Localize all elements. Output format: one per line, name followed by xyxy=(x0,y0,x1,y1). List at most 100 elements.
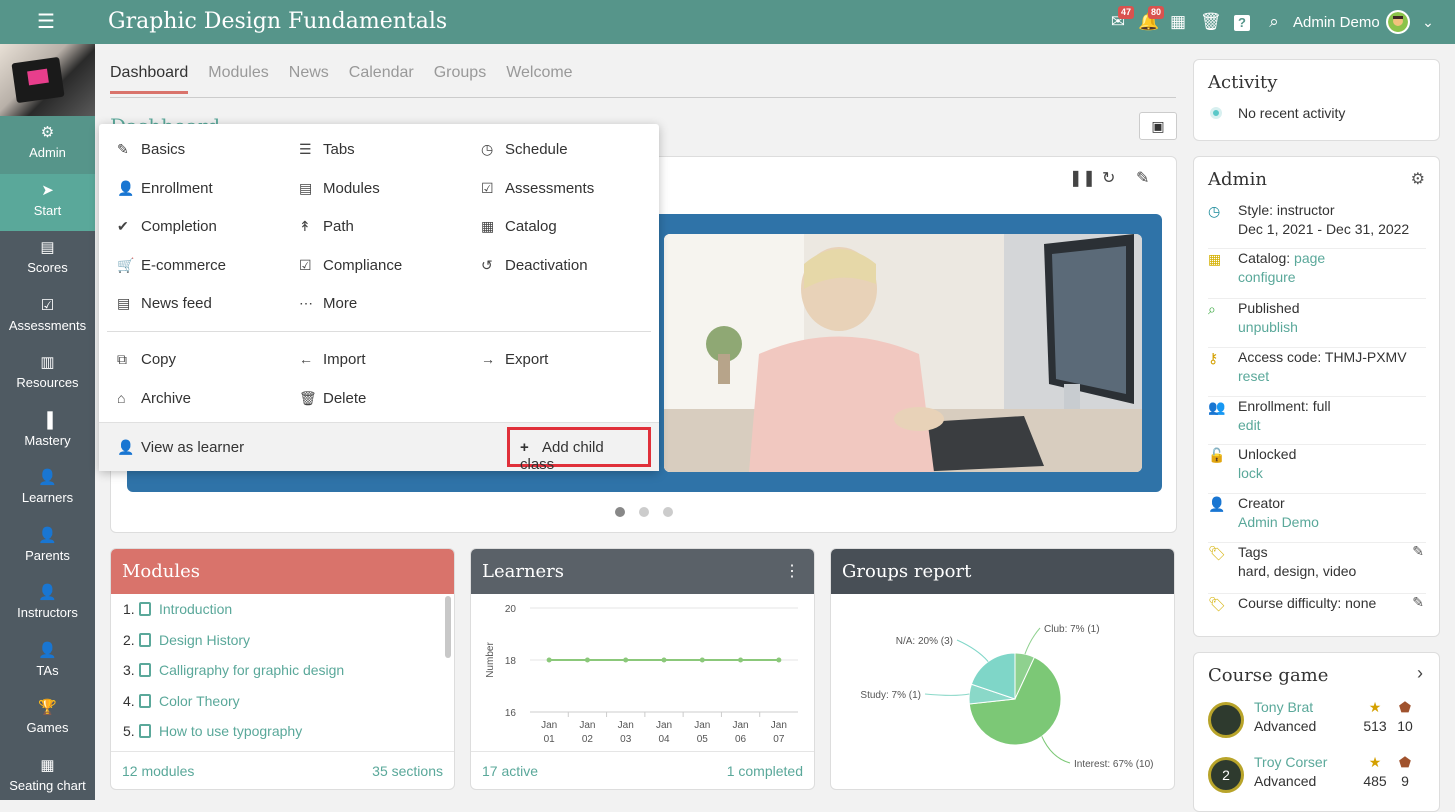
menu-item-completion[interactable]: ✔ Completion xyxy=(117,218,217,235)
admin-row-sub[interactable]: lock xyxy=(1238,465,1263,481)
sidebar-item-start[interactable]: ➤ Start xyxy=(0,173,95,231)
menu-item-tabs[interactable]: ☰ Tabs xyxy=(299,141,355,158)
menu-item-label: Assessments xyxy=(505,179,595,197)
tab-calendar[interactable]: Calendar xyxy=(349,64,414,91)
module-number: 4. xyxy=(123,692,135,709)
menu-item-schedule[interactable]: ◷ Schedule xyxy=(481,141,568,158)
menu-item-deactivation[interactable]: ↺ Deactivation xyxy=(481,257,588,274)
sidebar-item-resources[interactable]: ▥ Resources xyxy=(0,346,95,404)
modules-scrollbar[interactable] xyxy=(445,596,451,658)
search-icon[interactable]: ⌕ xyxy=(1264,12,1284,32)
sidebar-item-admin[interactable]: ⚙ Admin xyxy=(0,116,95,174)
admin-row-link[interactable]: page xyxy=(1294,250,1325,266)
menu-action-copy[interactable]: ⧉ Copy xyxy=(117,351,176,368)
sidebar-item-learners[interactable]: 👤 Learners xyxy=(0,461,95,519)
carousel-dot-2[interactable] xyxy=(639,507,649,517)
module-link[interactable]: Design History xyxy=(159,632,250,648)
menu-item-enrollment[interactable]: 👤 Enrollment xyxy=(117,180,213,197)
modules-panel-title[interactable]: Modules xyxy=(111,549,454,594)
tab-modules[interactable]: Modules xyxy=(208,64,268,91)
sidebar-item-instructors[interactable]: 👤 Instructors xyxy=(0,576,95,634)
player-name[interactable]: Tony Brat xyxy=(1254,699,1313,715)
groups-panel: Groups report Club: 7% (1) Interest: 67% … xyxy=(830,548,1175,790)
module-link[interactable]: Calligraphy for graphic design xyxy=(159,662,344,678)
more-vertical-icon[interactable]: ⋮ xyxy=(784,561,800,580)
module-link[interactable]: Color Theory xyxy=(159,693,240,709)
notifications-icon[interactable]: 🔔 80 xyxy=(1138,6,1165,32)
module-number: 1. xyxy=(123,601,135,617)
edit-pencil-icon[interactable]: ✎ xyxy=(1412,594,1424,611)
module-list-item[interactable]: 5. How to use typography xyxy=(111,716,454,747)
menu-item-assessments[interactable]: ☑ Assessments xyxy=(481,180,594,197)
sidebar-item-parents[interactable]: 👤 Parents xyxy=(0,519,95,577)
add-child-class-button[interactable]: + Add child class xyxy=(507,427,651,473)
tab-groups[interactable]: Groups xyxy=(434,64,486,91)
module-number: 2. xyxy=(123,631,135,648)
modules-count[interactable]: 12 modules xyxy=(122,763,194,779)
carousel-dot-1[interactable] xyxy=(615,507,625,517)
menu-action-delete[interactable]: 🗑 Delete xyxy=(299,390,366,407)
admin-row-sub[interactable]: unpublish xyxy=(1238,319,1298,335)
chevron-down-icon[interactable]: ⌄ xyxy=(1418,12,1438,32)
tab-welcome[interactable]: Welcome xyxy=(506,64,572,91)
active-count[interactable]: 17 active xyxy=(482,763,538,779)
messages-icon[interactable]: ✉ 47 xyxy=(1108,6,1135,32)
menu-item-catalog[interactable]: ▦ Catalog xyxy=(481,218,557,235)
calendar-icon[interactable]: ▦ xyxy=(1168,12,1188,32)
edit-pencil-icon[interactable]: ✎ xyxy=(1136,168,1149,188)
module-list-item[interactable]: 4. Color Theory xyxy=(111,686,454,717)
user-avatar[interactable] xyxy=(1386,10,1410,34)
module-list-item[interactable]: 3. Calligraphy for graphic design xyxy=(111,655,454,686)
learners-panel-title[interactable]: Learners ⋮ xyxy=(471,549,814,594)
trash-icon[interactable]: 🗑 xyxy=(1200,12,1222,32)
sections-count[interactable]: 35 sections xyxy=(372,763,443,779)
admin-row-sub[interactable]: Admin Demo xyxy=(1238,514,1319,530)
menu-action-import[interactable]: ← Import xyxy=(299,351,366,368)
module-link[interactable]: How to use typography xyxy=(159,723,302,739)
module-list-item[interactable]: 1. Introduction xyxy=(111,594,454,625)
sidebar-item-scores[interactable]: ▤ Scores xyxy=(0,231,95,289)
menu-item-path[interactable]: ↟ Path xyxy=(299,218,354,235)
player-name[interactable]: Troy Corser xyxy=(1254,754,1327,770)
leaderboard-row[interactable]: 2 Troy Corser Advanced ★ ⬟ 485 9 xyxy=(1208,754,1426,802)
carousel-dot-3[interactable] xyxy=(663,507,673,517)
module-list-item[interactable]: 2. Design History xyxy=(111,625,454,656)
layout-toggle-button[interactable]: ▣ xyxy=(1139,112,1177,140)
help-icon[interactable]: ? xyxy=(1232,12,1252,32)
admin-row-sub[interactable]: edit xyxy=(1238,417,1261,433)
menu-item-modules[interactable]: ▤ Modules xyxy=(299,180,380,197)
star-icon: ★ xyxy=(1368,699,1382,715)
refresh-icon[interactable]: ↻ xyxy=(1102,168,1115,188)
menu-item-more[interactable]: ⋯ More xyxy=(299,295,357,312)
sidebar-item-mastery[interactable]: ▐ Mastery xyxy=(0,404,95,462)
admin-row-7: 🏷 Tags hard, design, video ✎ xyxy=(1208,543,1426,594)
pause-icon[interactable]: ❚❚ xyxy=(1069,168,1096,188)
groups-panel-title[interactable]: Groups report xyxy=(831,549,1174,594)
sidebar-item-assessments[interactable]: ☑ Assessments xyxy=(0,289,95,347)
module-link[interactable]: Introduction xyxy=(159,601,232,617)
tab-dashboard[interactable]: Dashboard xyxy=(110,64,189,94)
hamburger-menu-icon[interactable]: ☰ xyxy=(37,12,57,32)
sidebar-item-tas[interactable]: 👤 TAs xyxy=(0,634,95,692)
gear-icon[interactable]: ⚙ xyxy=(1411,169,1425,189)
user-name[interactable]: Admin Demo xyxy=(1293,14,1380,31)
x-tick-label-day: 07 xyxy=(773,734,785,745)
learners-title-text: Learners xyxy=(482,561,565,582)
menu-action-archive[interactable]: ⌂ Archive xyxy=(117,390,191,407)
x-tick-label-day: 02 xyxy=(582,734,594,745)
menu-item-e-commerce[interactable]: 🛒 E-commerce xyxy=(117,257,226,274)
menu-item-news-feed[interactable]: ▤ News feed xyxy=(117,295,212,312)
menu-item-compliance[interactable]: ☑ Compliance xyxy=(299,257,402,274)
completed-count[interactable]: 1 completed xyxy=(727,763,803,779)
tab-news[interactable]: News xyxy=(289,64,329,91)
view-as-learner-item[interactable]: 👤 View as learner xyxy=(117,439,244,456)
chevron-right-icon[interactable]: › xyxy=(1417,663,1423,684)
admin-row-sub[interactable]: reset xyxy=(1238,368,1269,384)
sidebar-item-seating-chart[interactable]: ▦ Seating chart xyxy=(0,749,95,807)
menu-item-basics[interactable]: ✎ Basics xyxy=(117,141,185,158)
admin-row-sub[interactable]: configure xyxy=(1238,269,1296,285)
edit-pencil-icon[interactable]: ✎ xyxy=(1412,543,1424,560)
sidebar-item-games[interactable]: 🏆 Games xyxy=(0,691,95,749)
menu-action-export[interactable]: → Export xyxy=(481,351,548,368)
leaderboard-row[interactable]: Tony Brat Advanced ★ ⬟ 513 10 xyxy=(1208,699,1426,747)
